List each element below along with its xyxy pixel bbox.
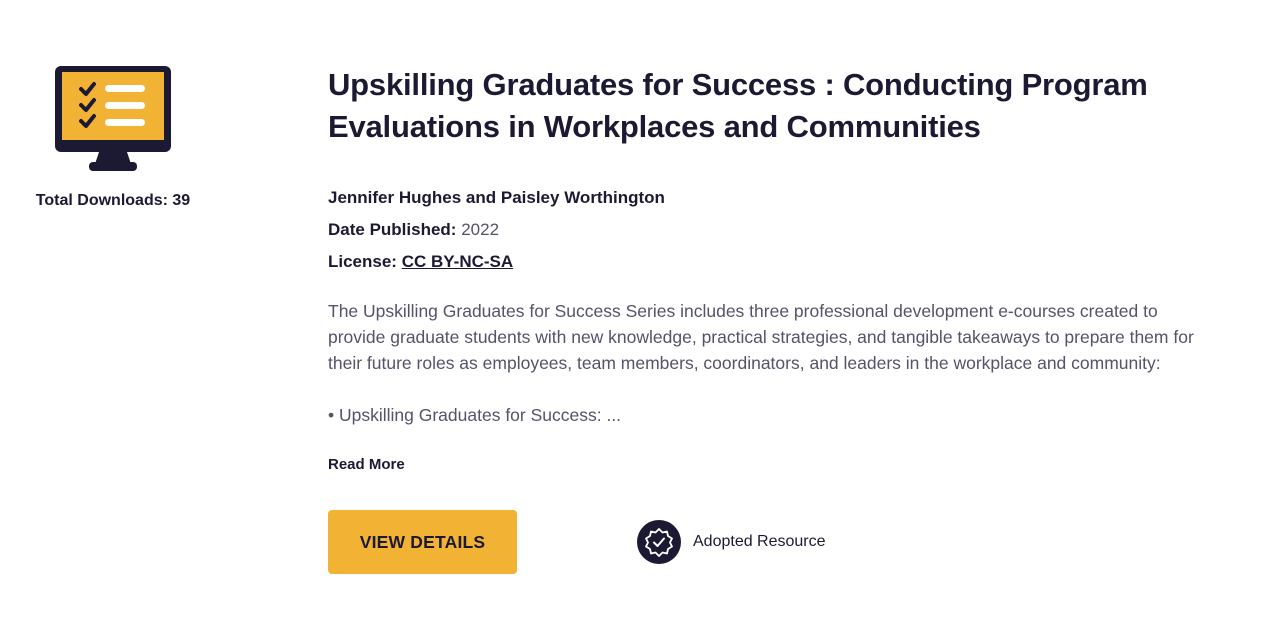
date-published-value: 2022 bbox=[461, 220, 500, 239]
view-details-button[interactable]: VIEW DETAILS bbox=[328, 510, 517, 574]
badge-check-icon bbox=[637, 520, 681, 564]
description-bullet: • Upskilling Graduates for Success: ... bbox=[328, 405, 622, 425]
resource-details: Upskilling Graduates for Success : Condu… bbox=[328, 64, 1228, 474]
date-published-label: Date Published: bbox=[328, 220, 457, 239]
date-published: Date Published: 2022 bbox=[328, 214, 1228, 246]
license-link[interactable]: CC BY-NC-SA bbox=[402, 252, 513, 271]
description-text: The Upskilling Graduates for Success Ser… bbox=[328, 301, 1194, 373]
license-label: License: bbox=[328, 252, 397, 271]
resource-meta: Jennifer Hughes and Paisley Worthington … bbox=[328, 182, 1228, 278]
monitor-checklist-icon bbox=[55, 66, 171, 171]
resource-sidebar: Total Downloads: 39 bbox=[0, 64, 226, 210]
read-more-link[interactable]: Read More bbox=[328, 456, 405, 473]
resource-description: The Upskilling Graduates for Success Ser… bbox=[328, 298, 1218, 428]
resource-actions: VIEW DETAILS Adopted Resource bbox=[328, 510, 928, 574]
adopted-resource-badge: Adopted Resource bbox=[637, 520, 826, 564]
total-downloads: Total Downloads: 39 bbox=[35, 192, 191, 209]
authors: Jennifer Hughes and Paisley Worthington bbox=[328, 188, 665, 207]
resource-title: Upskilling Graduates for Success : Condu… bbox=[328, 67, 1148, 144]
adopted-resource-label: Adopted Resource bbox=[693, 533, 826, 550]
license: License: CC BY-NC-SA bbox=[328, 246, 1228, 278]
